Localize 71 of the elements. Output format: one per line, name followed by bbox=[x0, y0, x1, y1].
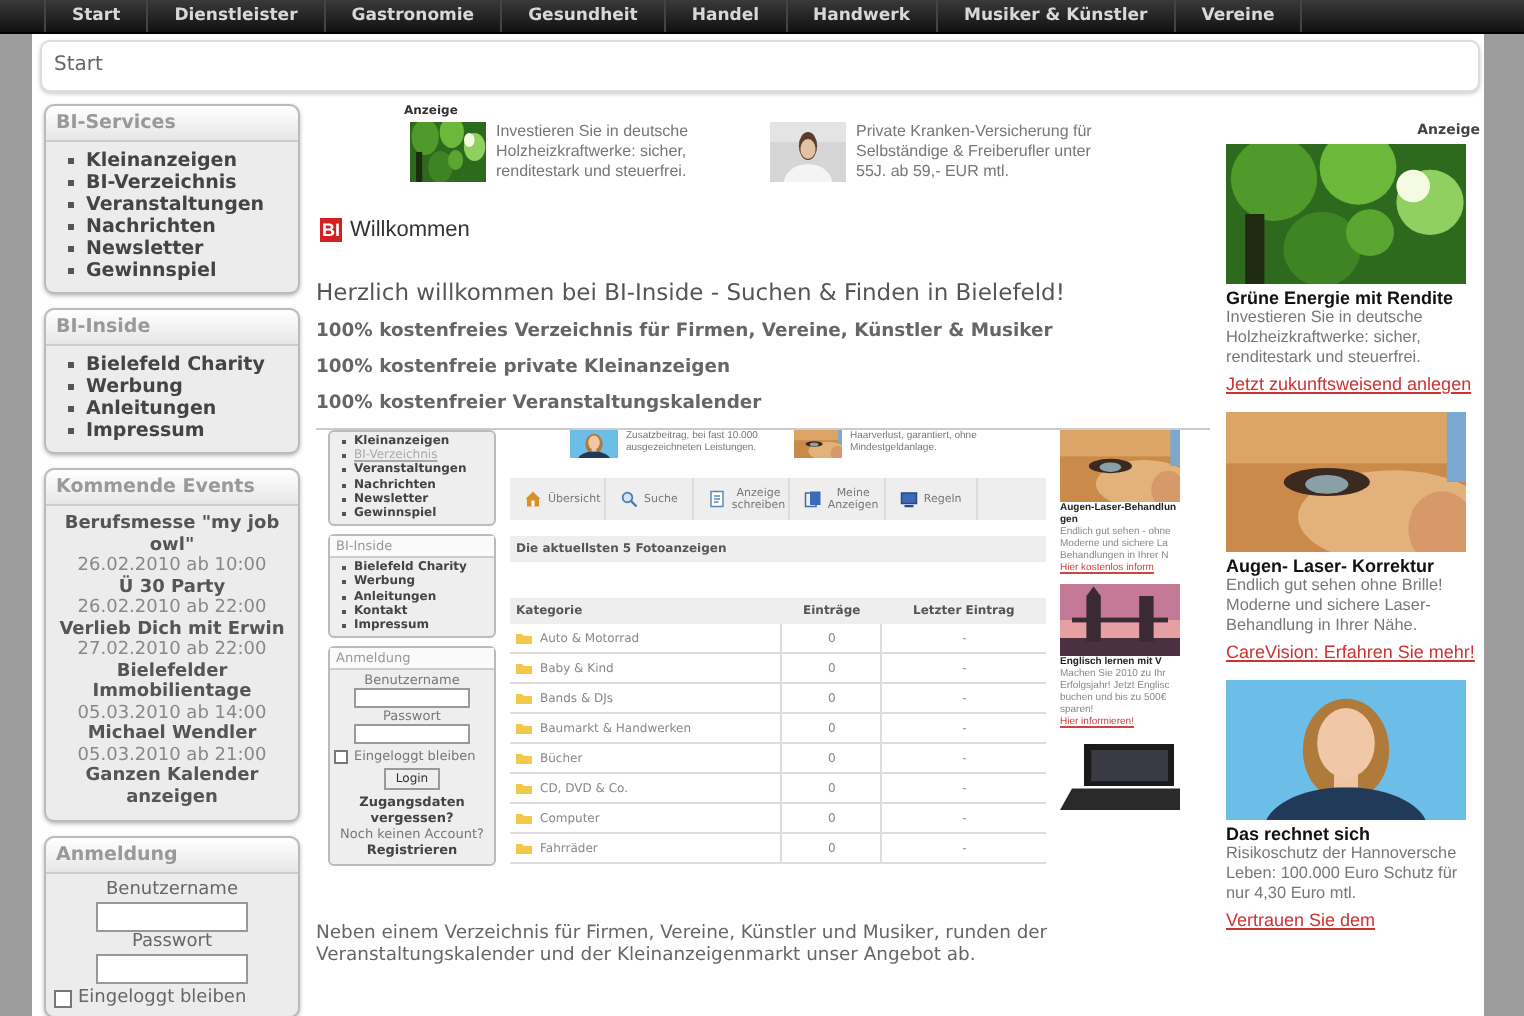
calendar-link[interactable]: Ganzen Kalender anzeigen bbox=[50, 766, 294, 808]
menu-link[interactable]: Anleitungen bbox=[66, 398, 217, 420]
menu-link[interactable]: Kleinanzeigen bbox=[66, 150, 237, 172]
ad-text: Risikoschutz der Hannoversche Leben: 100.000 Euro Schutz für nur 4,30 Euro mtl. bbox=[1226, 844, 1460, 904]
event-title[interactable]: Bielefelder Immobilientage bbox=[50, 661, 294, 703]
checkbox[interactable] bbox=[54, 990, 72, 1008]
menu-link[interactable]: Newsletter bbox=[66, 238, 204, 260]
event-date: 05.03.2010 ab 21:00 bbox=[77, 745, 267, 766]
folder-icon bbox=[516, 691, 532, 704]
folder-icon bbox=[516, 631, 532, 644]
nav-link[interactable]: Gesundheit bbox=[502, 0, 666, 32]
page-title: Willkommen bbox=[350, 218, 470, 242]
nav-link[interactable]: Dienstleister bbox=[148, 0, 326, 32]
menu-link[interactable]: Gewinnspiel bbox=[66, 260, 217, 282]
folder-icon bbox=[516, 661, 532, 674]
event-date: 26.02.2010 ab 10:00 bbox=[77, 556, 267, 576]
ad-text: Investieren Sie in deutsche Holzheizkraftwerke: sicher, renditestark und steuerfrei. bbox=[1226, 308, 1425, 368]
nav-link[interactable]: Musiker & Künstler bbox=[937, 0, 1176, 32]
menu-link[interactable]: BI-Verzeichnis bbox=[66, 172, 237, 194]
panel-title: Anmeldung bbox=[46, 838, 298, 874]
ad-text: Endlich gut sehen ohne Brille! Moderne und sichere Laser-Behandlung in Ihrer Nähe. bbox=[1226, 576, 1445, 636]
welcome-heading: Herzlich willkommen bei BI-Inside - Suchen & Finden in Bielefeld! bbox=[316, 278, 1067, 306]
panel-title: BI-Services bbox=[46, 106, 298, 142]
password-label: Passwort bbox=[131, 932, 212, 954]
nav-link[interactable]: Handel bbox=[665, 0, 788, 32]
nav-link[interactable]: Vereine bbox=[1175, 0, 1303, 32]
ad-link[interactable]: Jetzt zukunftsweisend anlegen bbox=[1226, 374, 1480, 394]
username-field[interactable] bbox=[96, 902, 248, 932]
ad-text[interactable]: Investieren Sie in deutsche Holzheizkraftwerke: sicher, renditestark und steuerfrei. bbox=[496, 122, 740, 182]
checkbox[interactable] bbox=[334, 749, 348, 764]
ad-link[interactable]: CareVision: Erfahren Sie mehr! bbox=[1226, 642, 1480, 662]
feature-line: 100% kostenfreies Verzeichnis für Firmen, Vereine, Künstler & Musiker bbox=[316, 320, 1055, 342]
event-title[interactable]: Berufsmesse "my job owl" bbox=[50, 514, 294, 556]
folder-icon bbox=[516, 781, 532, 794]
panel-title: Kommende Events bbox=[46, 470, 298, 506]
menu-link[interactable]: Veranstaltungen bbox=[66, 194, 265, 216]
ad-title[interactable]: Grüne Energie mit Rendite bbox=[1226, 288, 1480, 308]
password-field[interactable] bbox=[96, 954, 248, 984]
panel-title: BI-Inside bbox=[46, 310, 298, 346]
menu-link[interactable]: Bielefeld Charity bbox=[66, 354, 265, 376]
username-field[interactable] bbox=[354, 688, 470, 709]
ad-title[interactable]: Augen- Laser- Korrektur bbox=[1226, 556, 1480, 576]
event-date: 27.02.2010 ab 22:00 bbox=[77, 640, 267, 661]
folder-icon bbox=[516, 721, 532, 734]
home-icon bbox=[524, 490, 542, 508]
intro-text: Neben einem Verzeichnis für Firmen, Vereine, Künstler und Musiker, runden der Veranstaltungskalender und der Kleinanzeigenmarkt unser Angebot ab. bbox=[316, 922, 1050, 966]
checkbox-label: Eingeloggt bleiben bbox=[78, 988, 247, 1010]
folder-icon bbox=[516, 811, 532, 824]
nav-link[interactable]: Gastronomie bbox=[325, 0, 503, 32]
ad-title[interactable]: Das rechnet sich bbox=[1226, 824, 1480, 844]
event-title[interactable]: Ü 30 Party bbox=[118, 577, 226, 598]
nav-link[interactable]: Start bbox=[44, 0, 149, 32]
password-field[interactable] bbox=[354, 724, 470, 745]
feature-line: 100% kostenfreier Veranstaltungskalender bbox=[316, 392, 764, 414]
event-date: 05.03.2010 ab 14:00 bbox=[77, 703, 267, 724]
logo: BI bbox=[320, 218, 342, 242]
username-label: Benutzername bbox=[106, 880, 238, 902]
ad-link[interactable]: Vertrauen Sie dem bbox=[1226, 910, 1480, 930]
folder-icon bbox=[516, 841, 532, 854]
menu-link[interactable]: Nachrichten bbox=[66, 216, 216, 238]
search-icon bbox=[620, 490, 638, 508]
feature-line: 100% kostenfreie private Kleinanzeigen bbox=[316, 356, 733, 378]
event-date: 26.02.2010 ab 22:00 bbox=[77, 598, 267, 619]
ad-text[interactable]: Private Kranken-Versicherung für Selbständige & Freiberufler unter 55J. ab 59,- EUR mtl. bbox=[856, 122, 1100, 182]
event-title[interactable]: Michael Wendler bbox=[87, 724, 257, 745]
menu-link[interactable]: Werbung bbox=[66, 376, 183, 398]
nav-link[interactable]: Handwerk bbox=[787, 0, 938, 32]
breadcrumb: Start bbox=[40, 40, 1480, 92]
folder-icon bbox=[516, 751, 532, 764]
event-title[interactable]: Verlieb Dich mit Erwin bbox=[59, 619, 285, 640]
menu-link[interactable]: Impressum bbox=[66, 420, 205, 442]
